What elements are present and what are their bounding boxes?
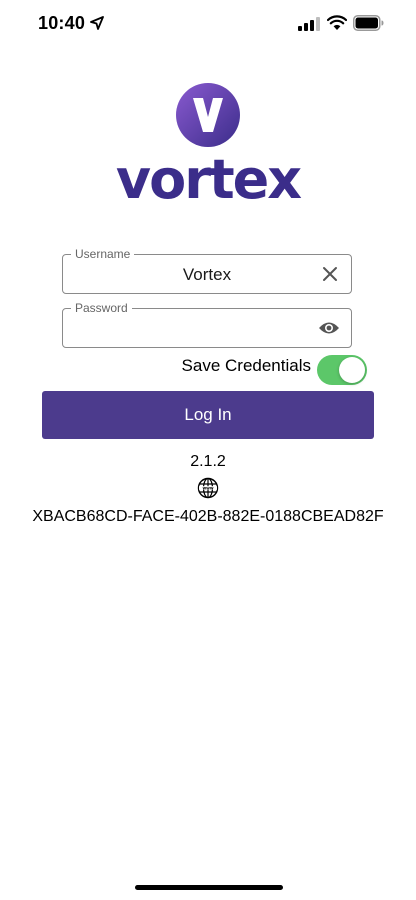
home-indicator[interactable] [135, 885, 283, 890]
username-field[interactable]: Username Vortex [62, 247, 352, 294]
app-version: 2.1.2 [190, 453, 226, 470]
globe-icon: www [197, 477, 219, 499]
vortex-logo-wordmark: vortex [116, 152, 304, 208]
status-bar: 10:40 [0, 0, 416, 50]
login-button-label: Log In [184, 405, 232, 424]
eye-icon[interactable] [318, 320, 340, 336]
wifi-icon [327, 15, 347, 30]
password-label: Password [71, 301, 132, 315]
username-label: Username [71, 247, 135, 261]
save-credentials-toggle[interactable] [317, 355, 367, 385]
status-time: 10:40 [38, 13, 86, 33]
username-input[interactable]: Vortex [63, 265, 351, 285]
save-credentials-label: Save Credentials [181, 356, 311, 375]
vortex-logo-mark [176, 83, 240, 147]
login-button[interactable]: Log In [42, 391, 374, 439]
close-icon[interactable] [322, 266, 338, 282]
toggle-knob [339, 357, 365, 383]
device-id: XBACB68CD-FACE-402B-882E-0188CBEAD82F [32, 508, 384, 525]
cellular-signal-icon [298, 17, 320, 31]
battery-icon [353, 15, 384, 31]
location-arrow-icon [90, 16, 104, 30]
svg-text:www: www [202, 485, 213, 490]
svg-text:vortex: vortex [116, 152, 302, 208]
password-field[interactable]: Password [62, 301, 352, 348]
